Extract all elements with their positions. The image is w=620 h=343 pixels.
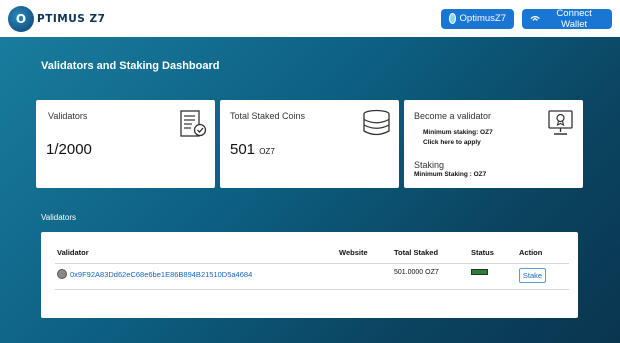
validators-card: Validators 1/2000 bbox=[36, 100, 215, 188]
certificate-icon bbox=[180, 110, 207, 137]
network-button[interactable]: OptimusZ7 bbox=[441, 8, 514, 29]
validator-address-link[interactable]: 0x9F92A83Dd62eC68e6be1E86B894B21510D5a46… bbox=[70, 270, 252, 279]
connect-wallet-label: Connect Wallet bbox=[556, 7, 592, 30]
staked-card: Total Staked Coins 501 OZ7 bbox=[220, 100, 399, 188]
become-validator-card: Become a validator Minimum staking: OZ7 … bbox=[404, 100, 583, 188]
coin-stack-icon bbox=[363, 109, 390, 136]
status-badge bbox=[471, 269, 488, 275]
col-header-total-staked: Total Staked bbox=[394, 248, 439, 257]
staked-amount: 501 bbox=[230, 141, 256, 158]
staked-unit: OZ7 bbox=[259, 147, 275, 156]
validator-cell: 0x9F92A83Dd62eC68e6be1E86B894B21510D5a46… bbox=[57, 269, 252, 279]
logo-mark: O bbox=[8, 5, 34, 32]
col-header-validator: Validator bbox=[57, 248, 89, 257]
logo-text: PTIMUS Z7 bbox=[37, 12, 106, 25]
validators-section-label: Validators bbox=[41, 213, 76, 222]
connect-wallet-button[interactable]: Connect Wallet bbox=[522, 7, 612, 30]
stake-button[interactable]: Stake bbox=[519, 268, 546, 283]
network-coin-icon bbox=[449, 13, 456, 24]
become-validator-label: Become a validator bbox=[414, 111, 492, 121]
staking-min-text: Minimum Staking : OZ7 bbox=[414, 171, 487, 178]
header-divider bbox=[55, 263, 569, 264]
staked-total: 501 OZ7 bbox=[230, 141, 275, 158]
row-divider bbox=[55, 289, 569, 290]
staking-label: Staking bbox=[414, 160, 445, 170]
validator-avatar-icon bbox=[57, 269, 67, 279]
validators-card-label: Validators bbox=[48, 111, 88, 121]
monitor-badge-icon bbox=[548, 110, 573, 135]
col-header-action: Action bbox=[519, 248, 543, 257]
wallet-link-icon bbox=[530, 15, 540, 21]
staked-card-label: Total Staked Coins bbox=[230, 111, 306, 121]
page-title: Validators and Staking Dashboard bbox=[41, 60, 220, 72]
validators-table: Validator Website Total Staked Status Ac… bbox=[41, 232, 578, 318]
apply-link[interactable]: Click here to apply bbox=[423, 139, 481, 146]
network-button-label: OptimusZ7 bbox=[459, 13, 506, 24]
validator-total-staked: 501.0000 OZ7 bbox=[394, 269, 439, 276]
validators-count: 1/2000 bbox=[46, 141, 92, 158]
col-header-website: Website bbox=[339, 248, 368, 257]
logo[interactable]: O PTIMUS Z7 bbox=[8, 5, 106, 32]
min-staking-text: Minimum staking: OZ7 bbox=[423, 129, 493, 136]
col-header-status: Status bbox=[471, 248, 494, 257]
top-bar: O PTIMUS Z7 OptimusZ7 Connect Wallet bbox=[0, 0, 620, 37]
